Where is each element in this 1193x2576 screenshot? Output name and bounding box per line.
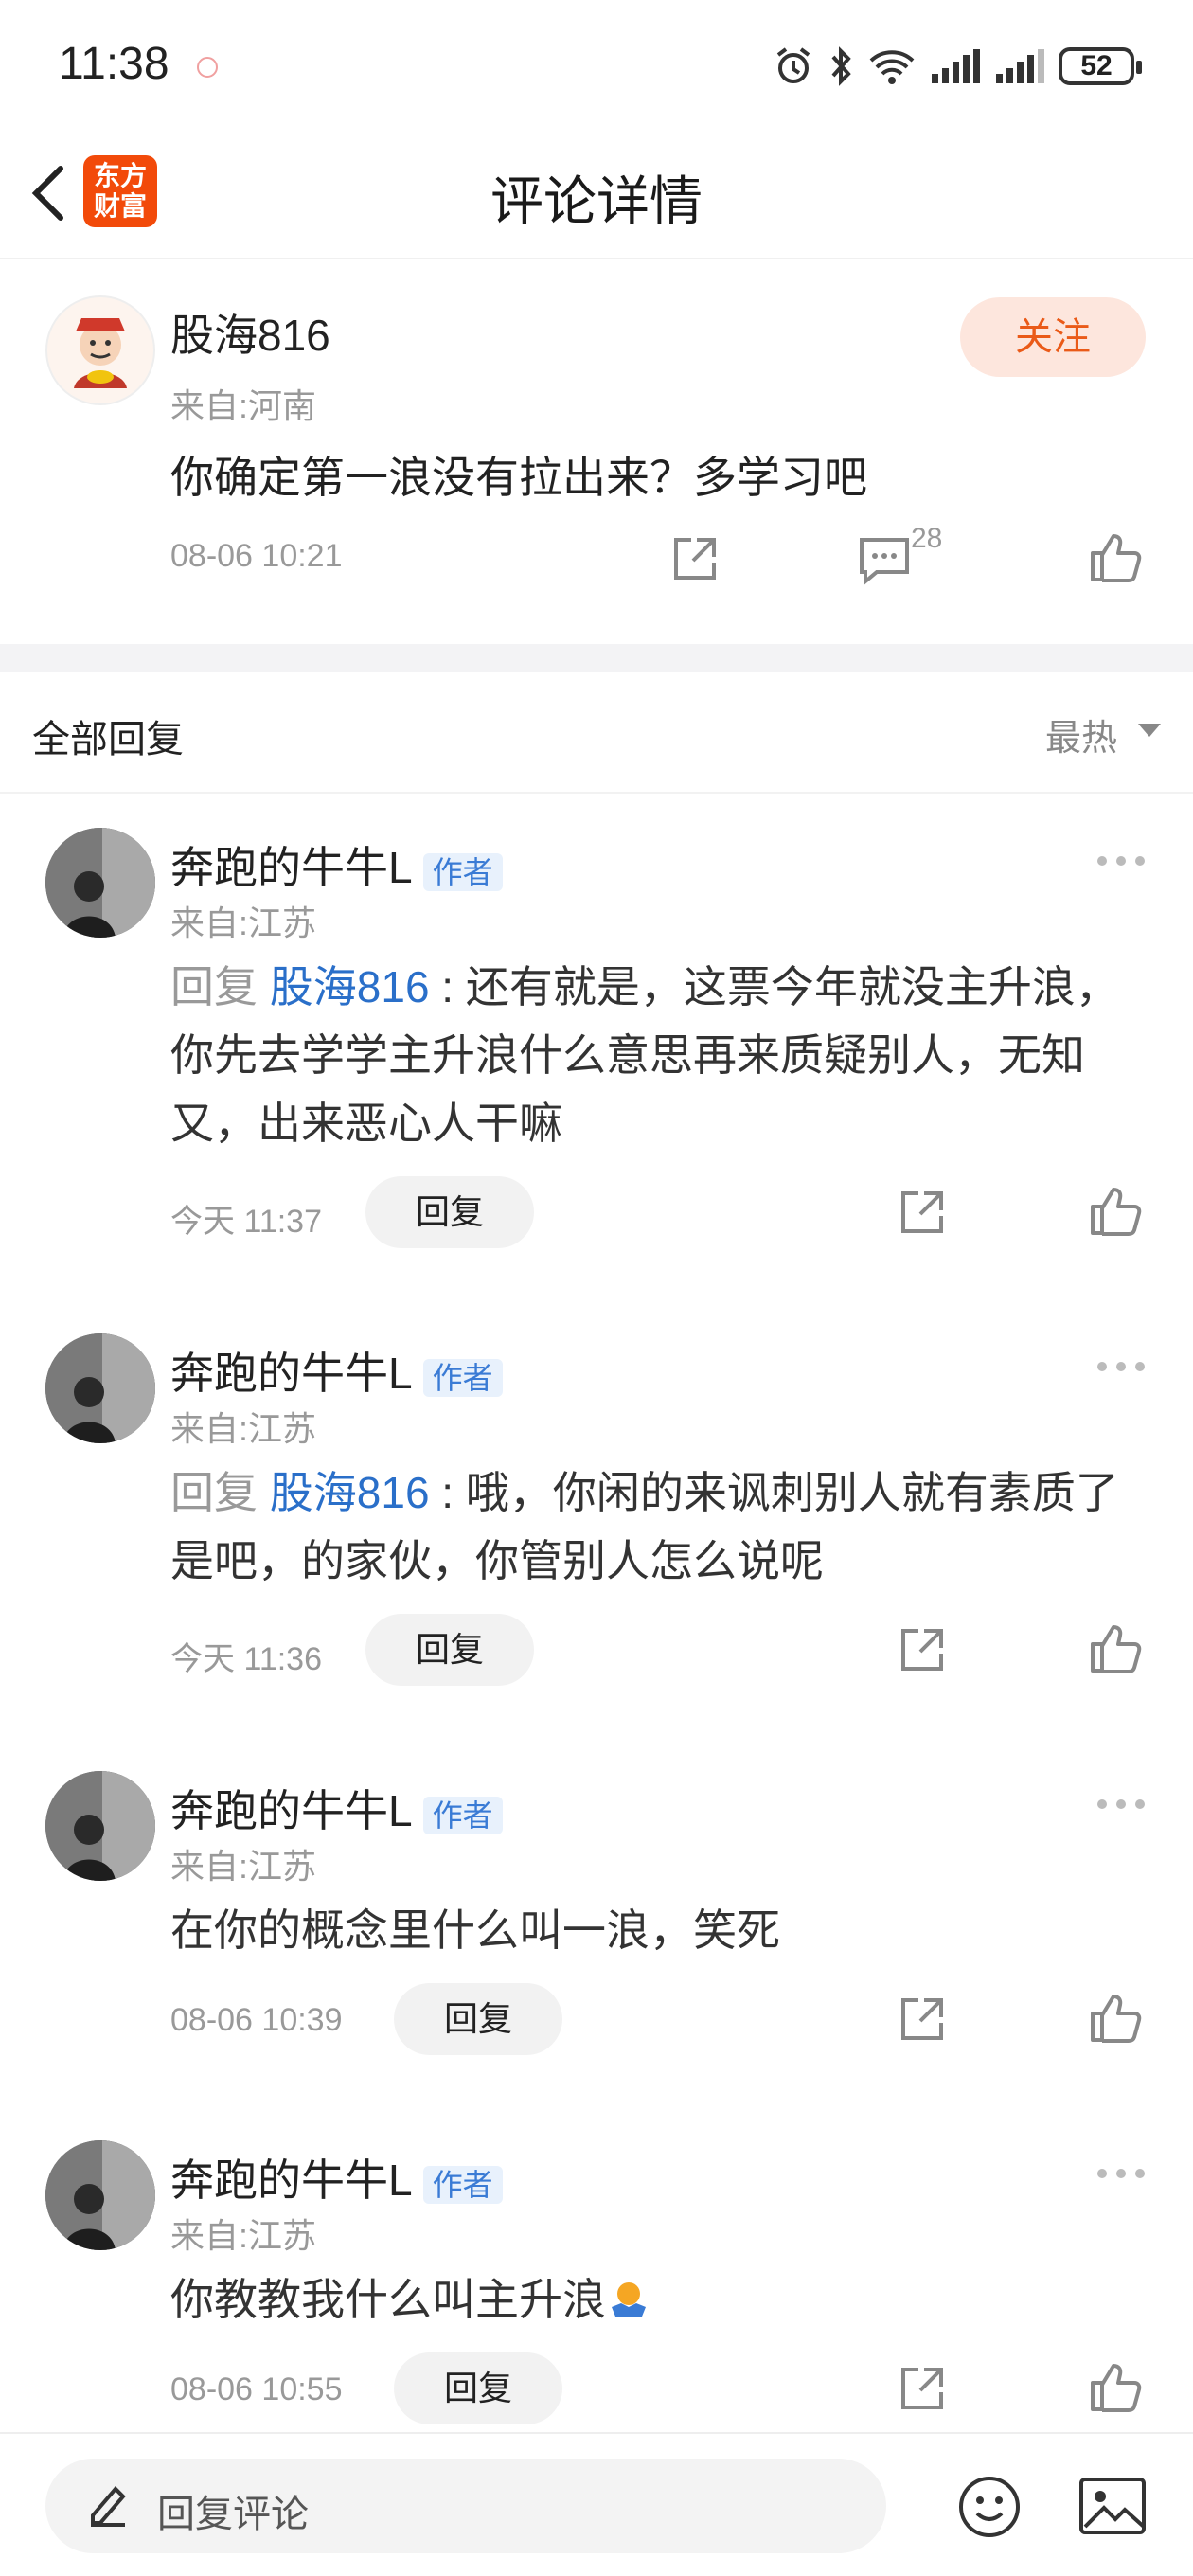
reply-author-name[interactable]: 奔跑的牛牛L [170,1349,411,1398]
sort-dropdown[interactable]: 最热 [1045,708,1117,760]
like-icon[interactable] [1089,1621,1142,1674]
bottom-divider [0,2432,1193,2434]
wifi-icon [869,50,915,84]
shrug-emoji-icon [612,2282,646,2317]
reply-author[interactable]: 奔跑的牛牛L 作者 [170,1339,503,1402]
reply-text: 回复 股海816 : 还有就是，这票今年就没主升浪，你先去学学主升浪什么意思再来… [170,953,1146,1157]
comment-text: 你确定第一浪没有拉出来？多学习吧 [170,453,867,502]
like-icon[interactable] [1089,1991,1142,2044]
reply-author[interactable]: 奔跑的牛牛L 作者 [170,2146,503,2209]
reply-author-name[interactable]: 奔跑的牛牛L [170,1786,411,1835]
share-icon[interactable] [898,1995,947,2044]
reply-text: 回复 股海816 : 哦，你闲的来讽刺别人就有素质了是吧，的家伙，你管别人怎么说… [170,1458,1146,1595]
alarm-icon [776,47,810,83]
avatar-image [74,318,127,388]
more-options-icon[interactable] [1096,1798,1146,1811]
reply-time: 08-06 10:55 [170,2371,343,2407]
battery-indicator: 52 [1059,47,1142,85]
share-icon[interactable] [898,1188,947,1237]
reply-location: 来自:江苏 [170,1409,317,1448]
image-icon[interactable] [1077,2476,1148,2536]
reply-location: 来自:江苏 [170,903,317,942]
reply-location: 来自:江苏 [170,2216,317,2255]
avatar[interactable] [45,2140,155,2250]
reply-button[interactable]: 回复 [394,1983,562,2055]
follow-button[interactable]: 关注 [960,297,1146,377]
header-divider [0,258,1193,259]
reply-input-placeholder[interactable]: 回复评论 [157,2483,309,2538]
reply-time: 08-06 10:39 [170,2002,343,2038]
author-badge: 作者 [422,1797,503,1834]
share-icon[interactable] [898,1625,947,1674]
like-icon[interactable] [1089,1184,1142,1237]
notification-dot-icon [197,57,218,78]
avatar[interactable] [45,1771,155,1881]
signal-icon-2 [996,49,1044,83]
reply-author-name[interactable]: 奔跑的牛牛L [170,2156,411,2205]
avatar[interactable] [45,828,155,938]
like-icon[interactable] [1089,530,1142,583]
more-options-icon[interactable] [1096,1360,1146,1373]
section-divider [0,644,1193,672]
reply-author[interactable]: 奔跑的牛牛L 作者 [170,833,503,896]
avatar[interactable] [45,295,155,405]
reply-time: 今天 11:36 [170,1641,323,1677]
avatar-image [45,1771,155,1881]
mention-link[interactable]: 股海816 [270,1468,430,1517]
like-icon[interactable] [1089,2360,1142,2413]
reply-author[interactable]: 奔跑的牛牛L 作者 [170,1777,503,1839]
signal-icon [932,49,980,83]
avatar[interactable] [45,1333,155,1443]
bluetooth-icon [831,46,851,86]
status-icons: 52 [773,40,1142,93]
page-title: 评论详情 [490,171,703,231]
all-replies-label: 全部回复 [32,719,184,760]
avatar-image [45,2140,155,2250]
share-icon[interactable] [898,2364,947,2413]
reply-text: 你教教我什么叫主升浪 [170,2265,1146,2334]
avatar-image [45,1333,155,1443]
chevron-down-icon[interactable] [1138,724,1161,737]
more-options-icon[interactable] [1096,2167,1146,2180]
share-icon[interactable] [670,534,720,583]
pencil-icon [91,2486,126,2527]
comment-location: 来自:河南 [170,386,317,425]
author-badge: 作者 [422,1359,503,1397]
reply-button[interactable]: 回复 [365,1614,534,1686]
comment-author[interactable]: 股海816 [170,301,330,364]
reply-text: 在你的概念里什么叫一浪，笑死 [170,1905,780,1955]
reply-content: 你教教我什么叫主升浪 [170,2275,606,2324]
reply-prefix: 回复 [170,1468,270,1517]
mention-link[interactable]: 股海816 [270,962,430,1011]
list-divider [0,792,1193,794]
reply-author-name[interactable]: 奔跑的牛牛L [170,843,411,892]
author-badge: 作者 [422,2166,503,2204]
avatar-image [45,828,155,938]
reply-location: 来自:江苏 [170,1847,317,1886]
status-time: 11:38 [59,39,169,89]
comment-time: 08-06 10:21 [170,538,343,574]
comment-icon[interactable] [858,536,911,585]
reply-time: 今天 11:37 [170,1204,323,1240]
reply-button[interactable]: 回复 [365,1176,534,1248]
emoji-icon[interactable] [956,2474,1023,2540]
reply-prefix: 回复 [170,962,270,1011]
reply-button[interactable]: 回复 [394,2352,562,2424]
more-options-icon[interactable] [1096,854,1146,868]
author-badge: 作者 [422,853,503,891]
comment-count: 28 [911,523,943,554]
